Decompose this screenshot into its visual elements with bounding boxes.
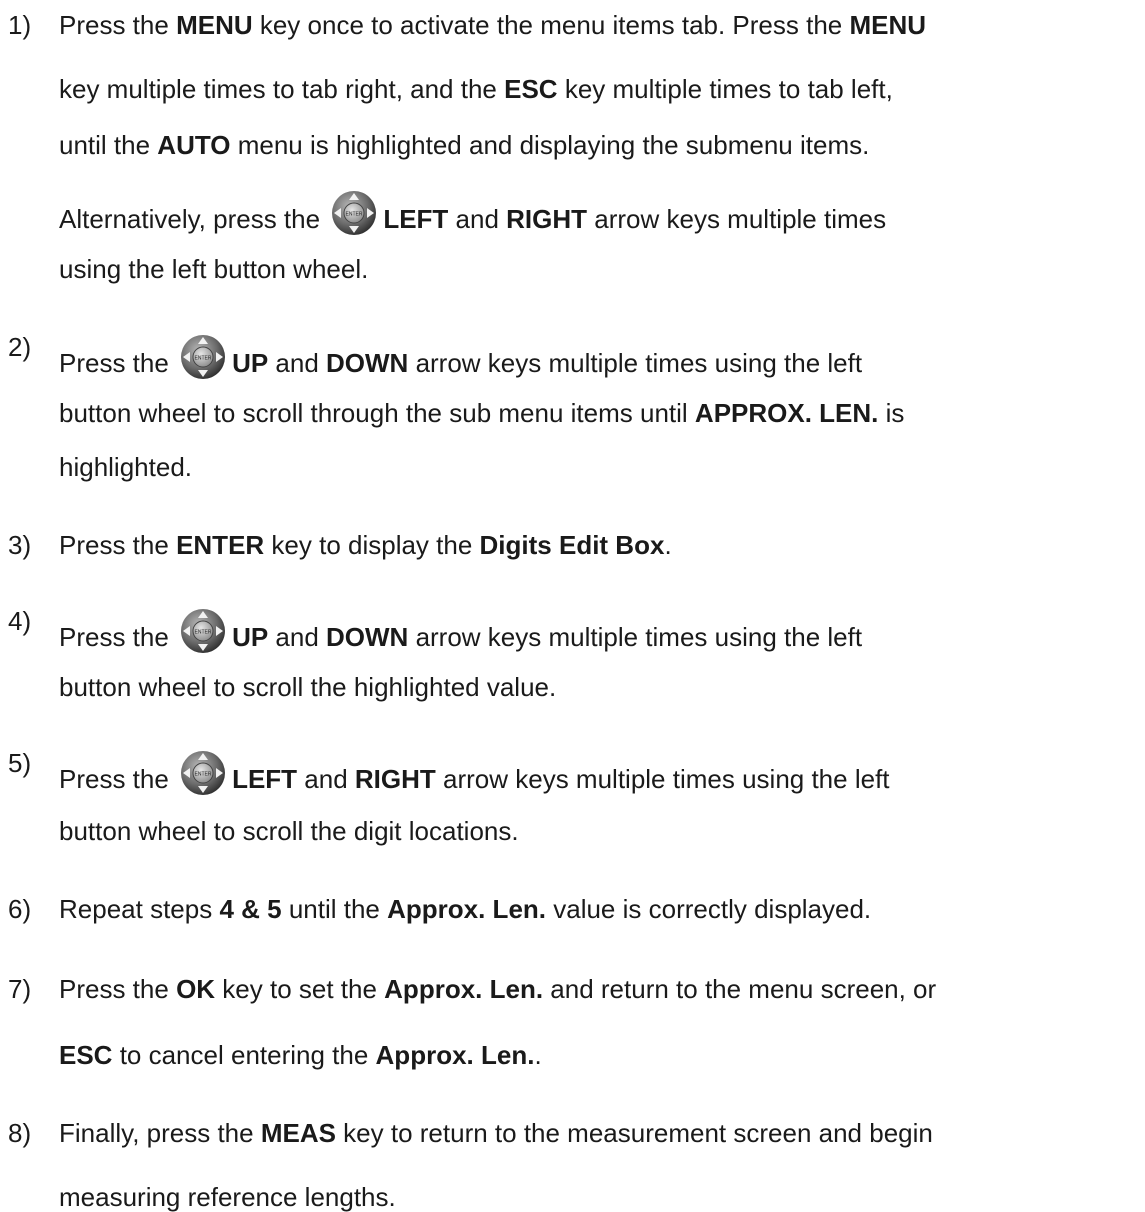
step-text: Press the [59,10,177,40]
key-name: Approx. Len. [384,974,544,1004]
key-name: MENU [176,10,253,40]
step-text: and return to the menu screen, or [543,974,937,1004]
key-name: UP [232,348,269,378]
step-text: button wheel to scroll the highlighted v… [59,672,557,702]
step-text: until the [281,894,388,924]
key-name: LEFT [232,764,298,794]
step-number: 5) [8,748,32,778]
step-number: 8) [8,1118,32,1148]
step-text-line: Press the OK key to set the Approx. Len.… [59,976,936,1002]
step-number: 4) [8,606,32,636]
step-text: arrow keys multiple times using the left [408,622,863,652]
step-text: Finally, press the [59,1118,261,1148]
key-name: APPROX. LEN. [694,398,879,428]
key-name: ESC [59,1040,113,1070]
svg-text:ENTER: ENTER [195,772,212,778]
step-text: Press the [59,530,177,560]
step-text-line: key multiple times to tab right, and the… [59,76,893,102]
key-name: AUTO [157,130,231,160]
step-text: key multiple times to tab left, [557,74,893,104]
key-name: ENTER [176,530,265,560]
svg-text:ENTER: ENTER [346,212,363,218]
step-number: 2) [8,332,32,362]
step-text: is [878,398,905,428]
step-text: . [534,1040,542,1070]
step-text-line: Press the ENTER UP and DOWN arrow keys mu… [59,608,862,654]
step-text: Press the [59,622,177,652]
key-name: OK [176,974,216,1004]
step-text: arrow keys multiple times [587,204,887,234]
step-text-line: ESC to cancel entering the Approx. Len.. [59,1042,542,1068]
button-wheel-icon: ENTER [180,608,226,654]
step-text: arrow keys multiple times using the left [408,348,863,378]
step-text-line: button wheel to scroll through the sub m… [59,400,904,426]
key-name: Digits Edit Box [479,530,665,560]
step-text: to cancel entering the [112,1040,376,1070]
step-text: until the [59,130,158,160]
svg-text:ENTER: ENTER [195,356,212,362]
step-text: Repeat steps [59,894,220,924]
step-text: and [297,764,355,794]
step-number: 7) [8,974,32,1004]
step-text: and [448,204,507,234]
step-text: measuring reference lengths. [59,1182,396,1212]
svg-text:ENTER: ENTER [195,630,212,636]
step-text: button wheel to scroll the digit locatio… [59,816,519,846]
step-text-line: Press the ENTER LEFT and RIGHT arrow keys… [59,750,890,796]
key-name: LEFT [383,204,449,234]
step-text-line: Press the ENTER UP and DOWN arrow keys mu… [59,334,862,380]
step-text: Press the [59,764,177,794]
step-number: 6) [8,894,32,924]
step-number: 3) [8,530,32,560]
step-text: Press the [59,348,177,378]
step-text: key multiple times to tab right, and the [59,74,505,104]
step-text-line: button wheel to scroll the highlighted v… [59,674,556,700]
step-text: and [268,348,327,378]
step-text-line: measuring reference lengths. [59,1184,396,1210]
step-text: key to display the [264,530,480,560]
key-name: MEAS [260,1118,336,1148]
step-text-line: Press the MENU key once to activate the … [59,12,926,38]
button-wheel-icon: ENTER [180,750,226,796]
step-text: key once to activate the menu items tab.… [252,10,850,40]
step-text: Alternatively, press the [59,204,328,234]
key-name: UP [232,622,269,652]
button-wheel-icon: ENTER [331,190,377,236]
key-name: RIGHT [354,764,436,794]
step-text-line: Press the ENTER key to display the Digit… [59,532,672,558]
step-text: menu is highlighted and displaying the s… [230,130,870,160]
button-wheel-icon: ENTER [180,334,226,380]
step-text: . [664,530,672,560]
step-text-line: using the left button wheel. [59,256,368,282]
step-text: button wheel to scroll through the sub m… [59,398,695,428]
step-text: and [268,622,327,652]
step-text: highlighted. [59,452,192,482]
step-text-line: button wheel to scroll the digit locatio… [59,818,519,844]
step-text: key to set the [215,974,385,1004]
key-name: ESC [504,74,558,104]
key-name: Approx. Len. [387,894,547,924]
step-text-line: highlighted. [59,454,192,480]
step-text-line: Finally, press the MEAS key to return to… [59,1120,933,1146]
step-text-line: until the AUTO menu is highlighted and d… [59,132,869,158]
step-text: Press the [59,974,177,1004]
key-name: MENU [849,10,927,40]
step-text-line: Alternatively, press the ENTER LEFT and R… [59,190,886,236]
key-name: Approx. Len. [375,1040,535,1070]
step-text: value is correctly displayed. [546,894,872,924]
step-text: key to return to the measurement screen … [335,1118,933,1148]
step-text: using the left button wheel. [59,254,369,284]
key-name: DOWN [326,622,409,652]
key-name: DOWN [326,348,409,378]
step-text: arrow keys multiple times using the left [435,764,890,794]
step-text-line: Repeat steps 4 & 5 until the Approx. Len… [59,896,871,922]
step-number: 1) [8,10,32,40]
key-name: 4 & 5 [219,894,282,924]
key-name: RIGHT [506,204,588,234]
